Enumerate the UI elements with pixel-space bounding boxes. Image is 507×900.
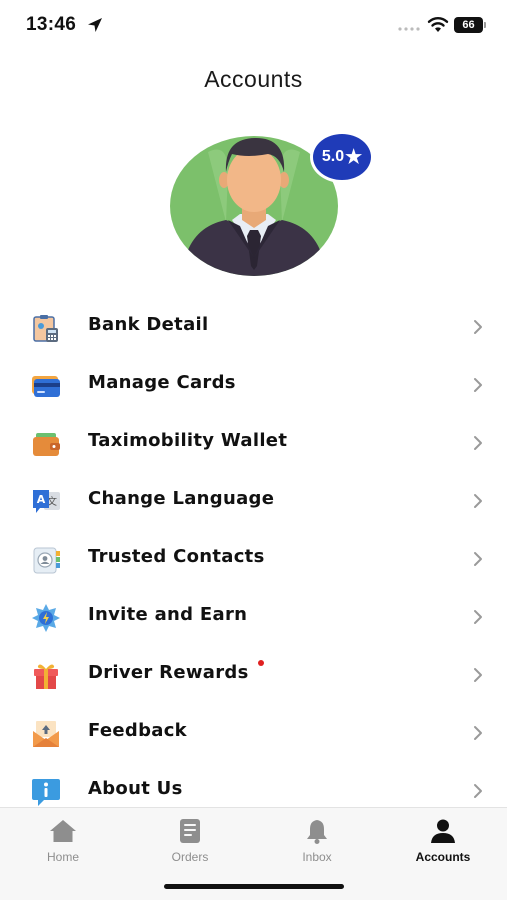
bank-detail-icon — [33, 315, 58, 342]
contacts-icon — [33, 547, 60, 574]
menu-item-feedback[interactable]: Feedback — [0, 704, 507, 762]
orders-icon — [180, 819, 200, 843]
signal-dots-icon — [398, 27, 420, 31]
svg-text:A: A — [37, 493, 46, 506]
rating-value: 5.0 — [321, 148, 345, 165]
credit-card-icon — [32, 376, 60, 397]
status-time: 13:46 — [26, 14, 77, 35]
menu-item-label: Invite and Earn — [88, 604, 248, 625]
invite-icon — [32, 604, 60, 632]
tab-home[interactable]: Home — [0, 818, 126, 868]
rating-badge: 5.0 ★ — [310, 131, 374, 183]
tab-label: Orders — [171, 850, 209, 864]
wallet-icon — [33, 433, 60, 456]
chevron-right-icon — [474, 610, 482, 624]
menu-item-driver-rewards[interactable]: Driver Rewards — [0, 646, 507, 704]
status-bar: 13:46 66 — [0, 0, 507, 52]
menu-item-label: Trusted Contacts — [88, 546, 265, 567]
chevron-right-icon — [474, 668, 482, 682]
tab-inbox[interactable]: Inbox — [254, 818, 380, 868]
menu-item-manage-cards[interactable]: Manage Cards — [0, 356, 507, 414]
person-icon — [431, 819, 455, 843]
star-icon: ★ — [345, 146, 363, 168]
menu-item-label: Taximobility Wallet — [88, 430, 288, 451]
menu-item-label: Change Language — [88, 488, 275, 509]
notification-dot — [258, 660, 264, 666]
chevron-right-icon — [474, 320, 482, 334]
tab-label: Accounts — [415, 850, 471, 864]
feedback-icon — [33, 721, 59, 747]
chevron-right-icon — [474, 784, 482, 798]
menu-item-label: Feedback — [88, 720, 187, 741]
home-icon — [50, 820, 76, 842]
chevron-right-icon — [474, 552, 482, 566]
page-title: Accounts — [204, 66, 303, 92]
info-icon — [32, 779, 60, 806]
menu-item-label: Bank Detail — [88, 314, 209, 335]
menu-item-trusted-contacts[interactable]: Trusted Contacts — [0, 530, 507, 588]
tab-accounts[interactable]: Accounts — [380, 818, 506, 868]
tab-orders[interactable]: Orders — [127, 818, 253, 868]
location-arrow-icon — [88, 18, 102, 32]
translate-icon: 文 A — [33, 490, 60, 513]
bell-icon — [307, 820, 327, 844]
battery-tip — [484, 22, 486, 28]
battery-level: 66 — [454, 17, 483, 33]
tab-label: Home — [46, 850, 79, 864]
gift-icon — [34, 664, 58, 689]
tab-label: Inbox — [302, 850, 332, 864]
menu-item-bank-detail[interactable]: Bank Detail — [0, 298, 507, 356]
menu-item-change-language[interactable]: 文 A Change Language — [0, 472, 507, 530]
chevron-right-icon — [474, 494, 482, 508]
home-indicator — [164, 884, 344, 889]
menu-item-label: Driver Rewards — [88, 662, 249, 683]
chevron-right-icon — [474, 726, 482, 740]
menu-item-label: About Us — [88, 778, 183, 799]
menu-item-taximobility-wallet[interactable]: Taximobility Wallet — [0, 414, 507, 472]
menu-item-label: Manage Cards — [88, 372, 236, 393]
wifi-icon — [427, 17, 449, 32]
chevron-right-icon — [474, 378, 482, 392]
chevron-right-icon — [474, 436, 482, 450]
battery-icon: 66 — [454, 17, 486, 33]
menu-item-invite-and-earn[interactable]: Invite and Earn — [0, 588, 507, 646]
